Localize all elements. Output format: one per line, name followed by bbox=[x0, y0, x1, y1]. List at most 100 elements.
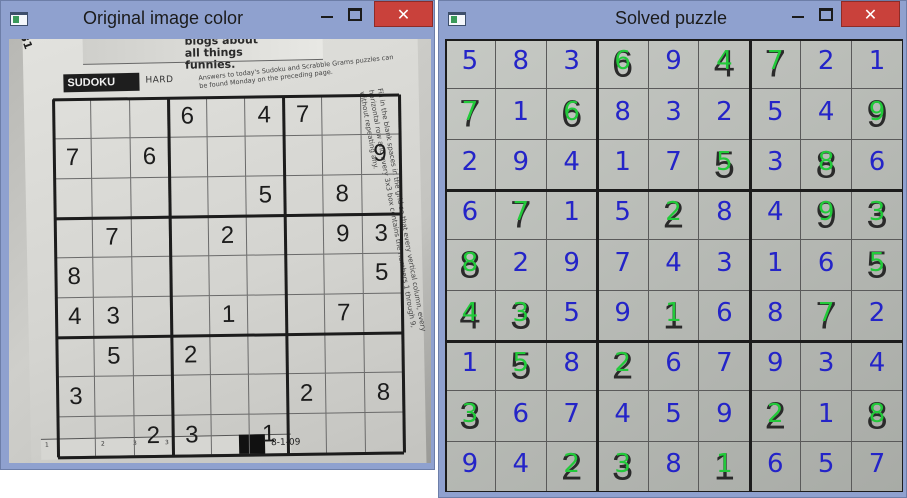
solved-cell: 1 bbox=[546, 190, 598, 241]
solved-digit: 8 bbox=[614, 96, 631, 127]
original-cell bbox=[92, 138, 132, 179]
matched-digit: 1 bbox=[716, 448, 733, 479]
original-sudoku-grid: 64776958729385431752328231 bbox=[51, 93, 406, 459]
original-cell bbox=[93, 257, 133, 298]
original-cell bbox=[284, 175, 324, 216]
matched-digit: 8 bbox=[868, 398, 886, 429]
original-cell: 2 bbox=[134, 415, 174, 457]
solved-digit: 5 bbox=[817, 448, 835, 479]
solved-digit: 1 bbox=[868, 46, 886, 77]
original-cell: 8 bbox=[55, 257, 95, 299]
solved-window-titlebar[interactable]: Solved puzzle ✕ bbox=[439, 1, 906, 37]
solved-digit: 4 bbox=[614, 398, 631, 429]
original-cell bbox=[207, 176, 247, 217]
given-digit: 7 bbox=[295, 101, 310, 129]
box-border bbox=[748, 39, 752, 492]
original-cell bbox=[54, 218, 94, 259]
solved-digit: 8 bbox=[716, 197, 733, 228]
solved-cell: 5 bbox=[445, 39, 496, 90]
solved-cell: 6 bbox=[648, 341, 700, 392]
strip-label: 1 bbox=[44, 441, 49, 449]
original-cell bbox=[95, 376, 135, 417]
close-button[interactable]: ✕ bbox=[374, 1, 433, 27]
solved-digit: 7 bbox=[716, 348, 733, 379]
solved-cell: 9 bbox=[699, 391, 751, 442]
solved-cell: 6 bbox=[495, 391, 547, 442]
solved-cell: 55 bbox=[699, 139, 751, 190]
matched-digit: 8 bbox=[817, 146, 835, 177]
maximize-button[interactable] bbox=[332, 1, 378, 27]
matched-digit: 3 bbox=[512, 297, 530, 328]
solved-cell: 9 bbox=[750, 341, 802, 392]
matched-digit: 9 bbox=[868, 96, 886, 127]
original-cell: 3 bbox=[362, 213, 402, 255]
solved-cell: 5 bbox=[597, 190, 649, 241]
matched-digit: 2 bbox=[766, 398, 784, 429]
original-cell bbox=[53, 98, 93, 140]
original-cell bbox=[211, 414, 251, 456]
original-cell bbox=[246, 215, 286, 256]
solved-digit: 8 bbox=[665, 448, 682, 479]
original-cell bbox=[209, 255, 249, 297]
solved-digit: 1 bbox=[614, 146, 631, 177]
original-cell bbox=[288, 413, 328, 455]
solved-cell: 3 bbox=[750, 139, 802, 190]
original-cell: 3 bbox=[94, 297, 134, 338]
original-cell bbox=[172, 375, 212, 416]
solved-cell: 66 bbox=[597, 39, 649, 90]
given-digit: 5 bbox=[374, 259, 389, 287]
solved-digit: 9 bbox=[614, 297, 631, 328]
original-cell bbox=[286, 294, 326, 335]
given-digit: 6 bbox=[142, 143, 157, 171]
original-cell bbox=[57, 417, 97, 458]
matched-digit: 7 bbox=[766, 46, 784, 77]
solved-cell: 8 bbox=[699, 190, 751, 241]
solved-digit: 5 bbox=[461, 46, 479, 77]
original-cell bbox=[360, 94, 400, 135]
box-border bbox=[445, 490, 903, 492]
given-digit: 5 bbox=[106, 342, 121, 370]
original-cell: 9 bbox=[323, 214, 363, 255]
original-cell bbox=[92, 177, 132, 219]
solved-cell: 77 bbox=[801, 290, 853, 341]
original-cell bbox=[131, 177, 171, 218]
solved-digit: 4 bbox=[563, 146, 580, 177]
solved-cell: 44 bbox=[445, 290, 496, 341]
solved-digit: 6 bbox=[868, 146, 886, 177]
solved-digit: 2 bbox=[512, 247, 530, 278]
box-border bbox=[901, 39, 903, 492]
solved-cell: 4 bbox=[801, 89, 853, 140]
solved-cell: 4 bbox=[852, 341, 903, 392]
solved-cell: 2 bbox=[495, 240, 547, 291]
solved-cell: 9 bbox=[597, 290, 649, 341]
original-cell bbox=[324, 254, 364, 295]
solved-digit: 4 bbox=[766, 197, 784, 228]
solved-digit: 1 bbox=[461, 348, 479, 379]
solved-cell: 3 bbox=[801, 341, 853, 392]
solved-cell: 77 bbox=[495, 190, 547, 241]
original-window-titlebar[interactable]: Original image color ✕ bbox=[1, 1, 434, 37]
box-border bbox=[445, 39, 903, 41]
given-digit: 8 bbox=[335, 180, 350, 208]
given-digit: 8 bbox=[376, 378, 391, 406]
solved-cell: 6 bbox=[445, 190, 496, 241]
solved-cell: 4 bbox=[495, 441, 547, 492]
close-button[interactable]: ✕ bbox=[841, 1, 900, 27]
solved-cell: 7 bbox=[597, 240, 649, 291]
solved-cell: 2 bbox=[852, 290, 903, 341]
matched-digit: 7 bbox=[512, 197, 530, 228]
solved-cell: 22 bbox=[597, 341, 649, 392]
solved-cell: 22 bbox=[546, 441, 598, 492]
given-digit: 3 bbox=[374, 219, 389, 247]
solved-digit: 1 bbox=[766, 247, 784, 278]
solved-digit: 3 bbox=[563, 46, 580, 77]
original-cell: 6 bbox=[130, 137, 170, 178]
given-digit: 1 bbox=[221, 301, 236, 329]
original-cell bbox=[248, 334, 288, 376]
solved-digit: 6 bbox=[716, 297, 733, 328]
solved-digit: 5 bbox=[665, 398, 682, 429]
original-cell bbox=[91, 98, 131, 139]
solved-cell: 6 bbox=[750, 441, 802, 492]
original-cell bbox=[129, 97, 169, 139]
matched-digit: 8 bbox=[461, 247, 479, 278]
